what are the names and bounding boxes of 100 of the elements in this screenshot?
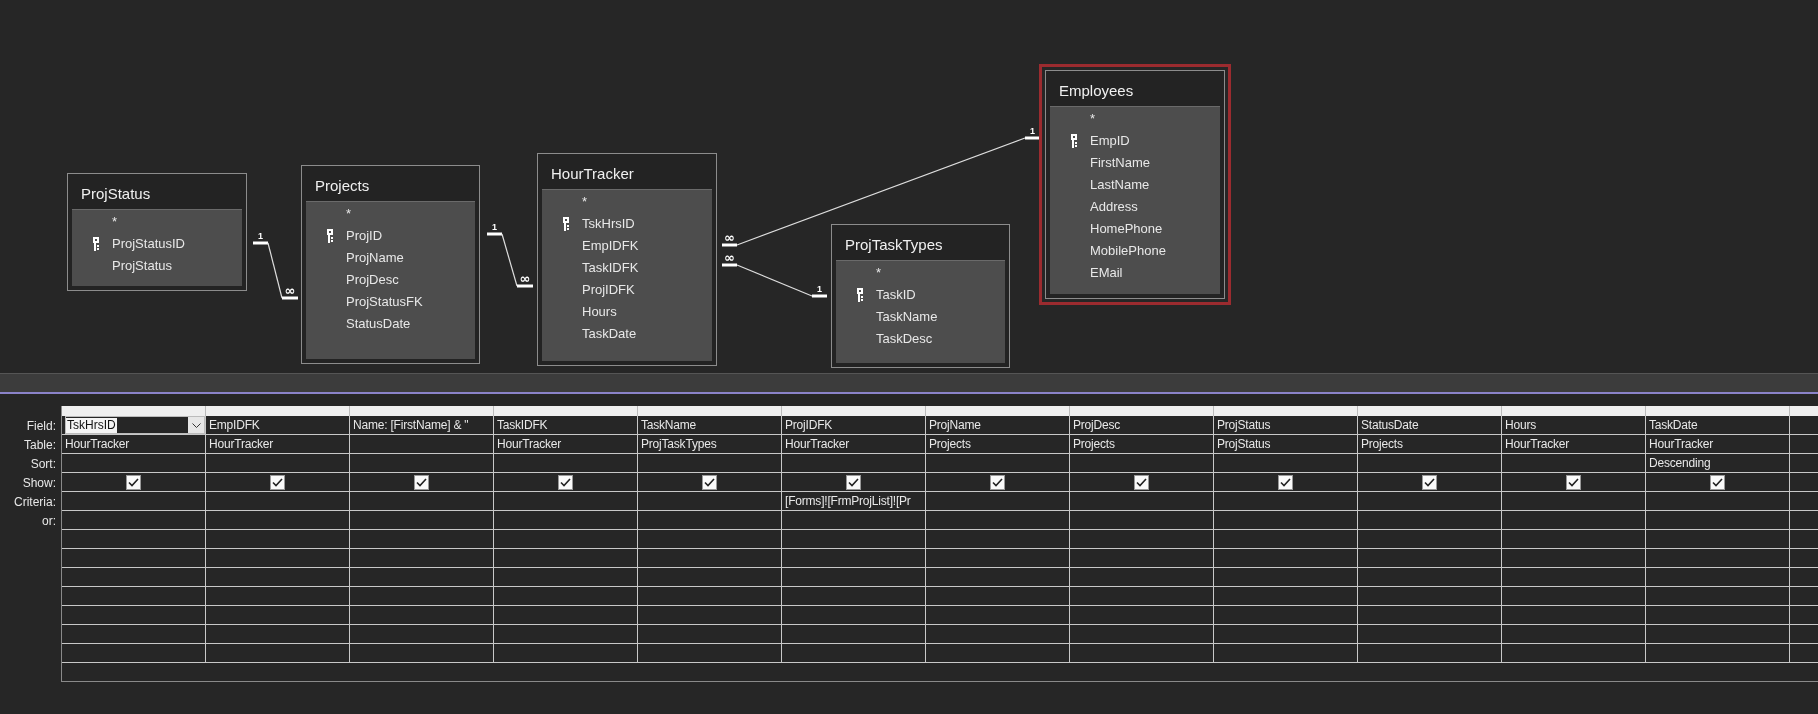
show-checkbox[interactable]	[558, 474, 573, 490]
show-checkbox[interactable]	[414, 474, 429, 490]
field-cell[interactable]: StatusDate	[1358, 416, 1502, 435]
grid-cell[interactable]	[62, 492, 206, 511]
grid-cell[interactable]: HourTracker	[62, 435, 206, 454]
grid-cell[interactable]	[1646, 511, 1790, 530]
grid-cell[interactable]	[494, 644, 638, 663]
grid-cell[interactable]	[350, 511, 494, 530]
grid-cell[interactable]	[1358, 606, 1502, 625]
field-name[interactable]: TaskDate	[582, 324, 637, 344]
field-name[interactable]: ProjStatusID	[112, 234, 185, 254]
field-name[interactable]: *	[582, 192, 588, 212]
grid-cell[interactable]	[350, 454, 494, 473]
field-name[interactable]: *	[346, 204, 352, 224]
grid-cell[interactable]	[62, 511, 206, 530]
grid-cell[interactable]	[926, 606, 1070, 625]
grid-cell[interactable]	[1358, 492, 1502, 511]
field-cell[interactable]: ProjDesc	[1070, 416, 1214, 435]
field-cell[interactable]: ProjName	[926, 416, 1070, 435]
grid-cell[interactable]: Projects	[926, 435, 1070, 454]
grid-cell[interactable]	[206, 625, 350, 644]
relationship-line[interactable]	[253, 241, 298, 300]
grid-cell[interactable]	[62, 530, 206, 549]
grid-cell[interactable]	[1502, 454, 1646, 473]
field-cell[interactable]: TaskDate	[1646, 416, 1790, 435]
field-cell[interactable]: ProjIDFK	[782, 416, 926, 435]
field-cell[interactable]: TaskIDFK	[494, 416, 638, 435]
grid-cell[interactable]	[1646, 530, 1790, 549]
grid-cell[interactable]	[206, 454, 350, 473]
grid-cell[interactable]	[638, 644, 782, 663]
grid-cell[interactable]	[494, 492, 638, 511]
grid-cell[interactable]	[1502, 606, 1646, 625]
grid-cell[interactable]: ProjTaskTypes	[638, 435, 782, 454]
field-name[interactable]: Address	[1090, 197, 1138, 217]
grid-cell[interactable]	[638, 587, 782, 606]
grid-cell[interactable]: Projects	[1358, 435, 1502, 454]
grid-cell[interactable]	[1358, 625, 1502, 644]
grid-cell[interactable]	[1646, 625, 1790, 644]
grid-cell[interactable]	[926, 530, 1070, 549]
grid-cell[interactable]	[350, 435, 494, 454]
grid-cell[interactable]	[782, 530, 926, 549]
grid-cell[interactable]	[926, 568, 1070, 587]
relationship-line[interactable]	[487, 232, 533, 288]
grid-cell[interactable]	[1358, 549, 1502, 568]
field-name[interactable]: ProjStatus	[112, 256, 172, 276]
grid-cell[interactable]	[1214, 454, 1358, 473]
grid-cell[interactable]: HourTracker	[1646, 435, 1790, 454]
show-checkbox[interactable]	[1134, 474, 1149, 490]
grid-cell[interactable]	[926, 644, 1070, 663]
grid-cell[interactable]	[350, 606, 494, 625]
field-name[interactable]: TaskIDFK	[582, 258, 639, 278]
table-box[interactable]: Projects * ProjID ProjName ProjDesc ProjStatusFK StatusDate	[301, 165, 480, 364]
grid-cell[interactable]	[494, 530, 638, 549]
grid-cell[interactable]	[350, 644, 494, 663]
grid-cell[interactable]	[1214, 625, 1358, 644]
grid-cell[interactable]	[1214, 606, 1358, 625]
grid-cell[interactable]	[782, 587, 926, 606]
field-name[interactable]: ProjDesc	[346, 270, 399, 290]
grid-cell[interactable]	[1214, 492, 1358, 511]
field-name[interactable]: ProjID	[346, 226, 383, 246]
show-checkbox[interactable]	[1278, 474, 1293, 490]
field-name[interactable]: *	[876, 263, 882, 283]
grid-cell[interactable]	[62, 644, 206, 663]
grid-cell[interactable]	[1502, 511, 1646, 530]
grid-cell[interactable]	[62, 606, 206, 625]
field-name[interactable]: TskHrsID	[582, 214, 635, 234]
grid-cell[interactable]	[1358, 511, 1502, 530]
grid-cell[interactable]	[494, 454, 638, 473]
field-name[interactable]: *	[1090, 109, 1096, 129]
grid-cell[interactable]: HourTracker	[494, 435, 638, 454]
grid-cell[interactable]	[638, 492, 782, 511]
grid-cell[interactable]	[1646, 492, 1790, 511]
field-name[interactable]: TaskDesc	[876, 329, 933, 349]
grid-cell[interactable]	[638, 530, 782, 549]
grid-cell[interactable]: ProjStatus	[1214, 435, 1358, 454]
grid-cell[interactable]	[1070, 568, 1214, 587]
grid-cell[interactable]	[62, 473, 206, 492]
grid-cell[interactable]: HourTracker	[1502, 435, 1646, 454]
grid-cell[interactable]	[638, 549, 782, 568]
show-checkbox[interactable]	[126, 474, 141, 490]
grid-cell[interactable]	[638, 606, 782, 625]
grid-cell[interactable]	[926, 492, 1070, 511]
grid-cell[interactable]	[1502, 473, 1646, 492]
grid-cell[interactable]	[206, 644, 350, 663]
grid-cell[interactable]	[1214, 511, 1358, 530]
grid-cell[interactable]	[926, 587, 1070, 606]
show-checkbox[interactable]	[1710, 474, 1725, 490]
field-name[interactable]: EMail	[1090, 263, 1123, 283]
field-name[interactable]: StatusDate	[346, 314, 411, 334]
grid-cell[interactable]	[1358, 568, 1502, 587]
grid-cell[interactable]	[1070, 492, 1214, 511]
grid-cell[interactable]	[1358, 587, 1502, 606]
table-box[interactable]: Employees * EmpID FirstName LastName Address HomePhone MobilePhone EMail	[1039, 64, 1231, 305]
grid-cell[interactable]: HourTracker	[782, 435, 926, 454]
grid-cell[interactable]	[206, 587, 350, 606]
grid-cell[interactable]	[1070, 587, 1214, 606]
grid-cell[interactable]: HourTracker	[206, 435, 350, 454]
grid-cell[interactable]	[350, 473, 494, 492]
grid-cell[interactable]	[782, 549, 926, 568]
grid-cell[interactable]	[1214, 568, 1358, 587]
